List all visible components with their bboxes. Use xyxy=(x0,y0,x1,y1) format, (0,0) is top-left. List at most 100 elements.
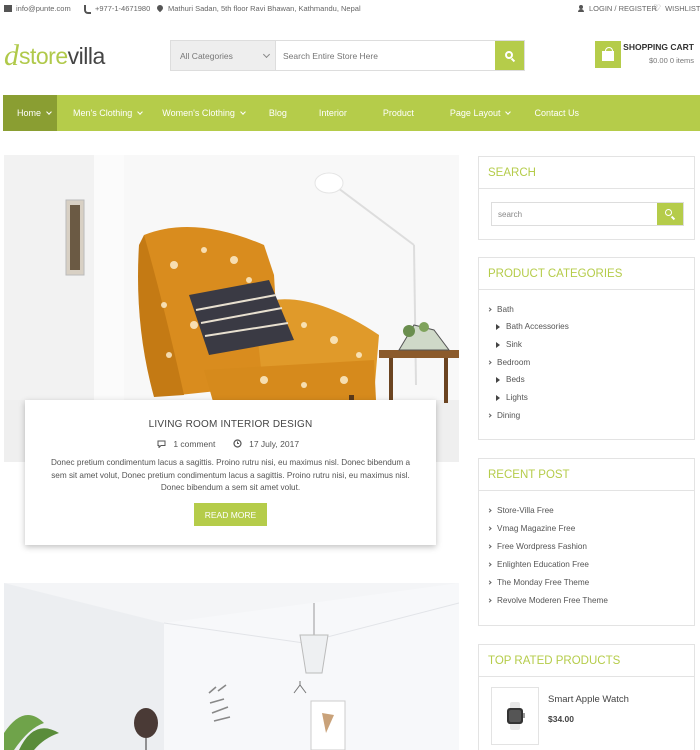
recent-post-item[interactable]: Revolve Moderen Free Theme xyxy=(487,596,608,605)
widget-title: TOP RATED PRODUCTS xyxy=(479,645,694,677)
nav-label: Men's Clothing xyxy=(73,108,133,118)
nav-label: Product xyxy=(382,108,414,118)
logo-text-store: store xyxy=(19,42,68,69)
login-register-link[interactable]: LOGIN / REGISTER xyxy=(577,4,657,13)
mail-icon xyxy=(4,5,12,12)
recent-post-item[interactable]: Vmag Magazine Free xyxy=(487,524,575,533)
post-featured-image-2[interactable] xyxy=(4,583,459,750)
nav-item-contact-us[interactable]: Contact Us xyxy=(518,95,587,131)
nav-item-page-layout[interactable]: Page Layout xyxy=(422,95,519,131)
post-card: LIVING ROOM INTERIOR DESIGN 1 comment 17… xyxy=(25,400,436,545)
phone-info: +977-1-4671980 xyxy=(83,4,151,14)
logo-mark: d xyxy=(4,39,19,72)
category-item[interactable]: Bath xyxy=(487,305,514,314)
category-label: Bath Accessories xyxy=(506,322,569,331)
recent-post-item[interactable]: Free Wordpress Fashion xyxy=(487,542,587,551)
recent-post-label: Store-Villa Free xyxy=(497,506,554,515)
category-item[interactable]: Dining xyxy=(487,411,521,420)
nav-item-mens-clothing[interactable]: Men's Clothing xyxy=(57,95,150,131)
category-select-value: All Categories xyxy=(180,50,233,61)
category-label: Sink xyxy=(506,340,522,349)
sidebar-search-button[interactable] xyxy=(657,203,683,225)
nav-label: Page Layout xyxy=(449,108,501,118)
recent-post-label: Revolve Moderen Free Theme xyxy=(497,596,608,605)
cart-summary[interactable]: $0.00 0 items xyxy=(649,56,694,65)
chevron-right-icon xyxy=(487,526,492,531)
nav-item-interior[interactable]: Interior xyxy=(295,95,355,131)
read-more-button[interactable]: READ MORE xyxy=(194,503,267,526)
widget-recent-post: RECENT POST Store-Villa Free Vmag Magazi… xyxy=(478,458,695,626)
shopping-bag-icon[interactable] xyxy=(595,41,621,68)
heart-icon: ♡ xyxy=(653,3,662,13)
comments-meta[interactable]: 1 comment xyxy=(157,439,223,449)
category-item[interactable]: Bath Accessories xyxy=(496,322,569,331)
chevron-right-icon xyxy=(487,544,492,549)
nav-item-product[interactable]: Product xyxy=(355,95,422,131)
email-info[interactable]: info@punte.com xyxy=(4,4,71,13)
chevron-right-icon xyxy=(487,598,492,603)
widget-search: SEARCH search xyxy=(478,156,695,240)
phone-text: +977-1-4671980 xyxy=(95,4,151,13)
category-item[interactable]: Beds xyxy=(496,375,525,384)
recent-post-label: Enlighten Education Free xyxy=(497,560,589,569)
category-label: Dining xyxy=(497,411,521,420)
recent-post-item[interactable]: The Monday Free Theme xyxy=(487,578,590,587)
product-name[interactable]: Smart Apple Watch xyxy=(548,694,629,705)
post-excerpt: Donec pretium condimentum lacus a sagitt… xyxy=(50,458,411,492)
triangle-right-icon xyxy=(496,323,500,330)
category-item[interactable]: Lights xyxy=(496,393,528,402)
sidebar-search-input[interactable]: search xyxy=(492,203,657,225)
chevron-right-icon xyxy=(487,307,492,312)
chevron-right-icon xyxy=(487,508,492,513)
user-icon xyxy=(577,5,585,12)
chevron-down-icon xyxy=(262,50,271,59)
chevron-down-icon xyxy=(137,109,144,115)
login-text: LOGIN / REGISTER xyxy=(589,4,657,13)
post-meta: 1 comment 17 July, 2017 xyxy=(25,439,436,449)
post-date: 17 July, 2017 xyxy=(249,439,300,449)
nav-item-womens-clothing[interactable]: Women's Clothing xyxy=(150,95,253,131)
header-search: All Categories xyxy=(170,40,525,71)
category-label: Beds xyxy=(506,375,525,384)
logo-text-villa: villa xyxy=(67,42,106,69)
product-thumbnail[interactable] xyxy=(491,687,539,745)
recent-post-item[interactable]: Enlighten Education Free xyxy=(487,560,589,569)
nav-item-home[interactable]: Home xyxy=(3,95,58,131)
address-text: Mathuri Sadan, 5th floor Ravi Bhawan, Ka… xyxy=(168,4,361,13)
address-info: Mathuri Sadan, 5th floor Ravi Bhawan, Ka… xyxy=(156,4,361,13)
category-label: Bedroom xyxy=(497,358,531,367)
category-item[interactable]: Sink xyxy=(496,340,522,349)
comment-icon xyxy=(157,440,166,449)
nav-label: Women's Clothing xyxy=(162,108,235,118)
widget-top-rated-products: TOP RATED PRODUCTS Smart Apple Watch $34… xyxy=(478,644,695,750)
nav-label: Contact Us xyxy=(534,108,579,118)
nav-label: Interior xyxy=(318,108,347,118)
search-placeholder: search xyxy=(498,209,523,219)
nav-item-blog[interactable]: Blog xyxy=(253,95,295,131)
recent-post-label: The Monday Free Theme xyxy=(497,578,590,587)
recent-post-item[interactable]: Store-Villa Free xyxy=(487,506,554,515)
search-button[interactable] xyxy=(495,41,524,70)
post-title[interactable]: LIVING ROOM INTERIOR DESIGN xyxy=(25,419,436,430)
widget-product-categories: PRODUCT CATEGORIES Bath Bath Accessories… xyxy=(478,257,695,440)
category-select[interactable]: All Categories xyxy=(171,41,276,70)
triangle-right-icon xyxy=(496,341,500,348)
wishlist-link[interactable]: ♡ WISHLIST xyxy=(653,3,700,14)
chevron-down-icon xyxy=(240,109,246,115)
site-logo[interactable]: d store villa xyxy=(4,38,105,74)
comments-count: 1 comment xyxy=(173,439,216,449)
clock-icon xyxy=(233,439,242,448)
triangle-right-icon xyxy=(496,394,500,401)
category-item[interactable]: Bedroom xyxy=(487,358,531,367)
chevron-right-icon xyxy=(487,562,492,567)
cart-title[interactable]: SHOPPING CART xyxy=(623,42,694,52)
widget-title: SEARCH xyxy=(479,157,694,189)
category-label: Lights xyxy=(506,393,528,402)
product-price: $34.00 xyxy=(548,714,574,724)
date-meta: 17 July, 2017 xyxy=(233,439,304,449)
search-input[interactable] xyxy=(276,41,495,70)
sidebar-search: search xyxy=(491,202,684,226)
search-icon xyxy=(665,209,672,216)
location-pin-icon xyxy=(156,5,164,12)
chevron-right-icon xyxy=(487,360,492,365)
